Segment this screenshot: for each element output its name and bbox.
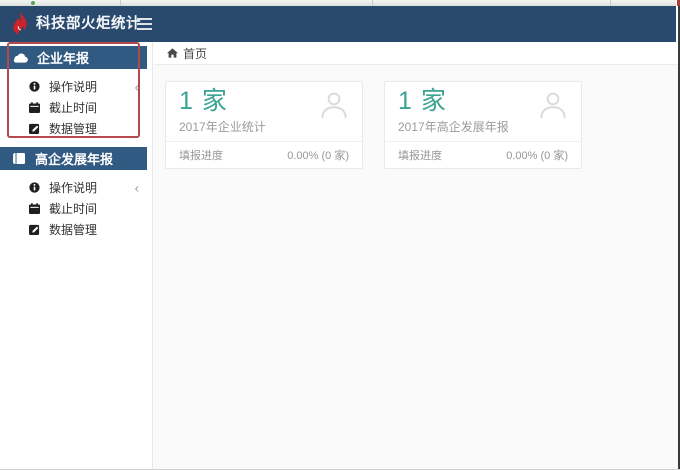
- progress-value: 0.00% (0 家): [287, 149, 349, 162]
- book-icon: [13, 153, 26, 164]
- sidebar-section-enterprise-annual-report[interactable]: 企业年报: [0, 46, 147, 69]
- main-content: 首页 1 家 2017年企业统计 填报进度 0.00% (0 家) 1 家 20…: [154, 42, 678, 469]
- edit-icon: [29, 224, 41, 236]
- sidebar-item-operation-instructions[interactable]: 操作说明 ‹: [0, 177, 152, 198]
- section-label: 高企发展年报: [35, 152, 114, 167]
- sidebar: 企业年报 操作说明 ‹ 截止时间 数据管理 高企发展年报 操作说明 ‹ 截止时间…: [0, 42, 153, 470]
- chevron-left-icon: ‹: [134, 79, 139, 94]
- stat-subtitle: 2017年企业统计: [179, 119, 266, 134]
- breadcrumb-home[interactable]: 首页: [183, 45, 207, 62]
- progress-link[interactable]: 填报进度: [179, 147, 223, 163]
- sidebar-menu-hightech: 操作说明 ‹ 截止时间 数据管理: [0, 170, 152, 248]
- sidebar-menu-enterprise: 操作说明 ‹ 截止时间 数据管理: [0, 69, 152, 147]
- stat-card-enterprise: 1 家 2017年企业统计 填报进度 0.00% (0 家): [165, 81, 363, 169]
- menu-item-label: 操作说明: [49, 181, 98, 195]
- stat-subtitle: 2017年高企发展年报: [398, 119, 509, 134]
- menu-item-label: 数据管理: [49, 223, 98, 237]
- top-navbar: 科技部火炬统计: [0, 6, 676, 42]
- menu-item-label: 数据管理: [49, 122, 98, 136]
- calendar-icon: [29, 102, 41, 114]
- chevron-left-icon: ‹: [134, 180, 139, 195]
- torch-flame-icon: [10, 12, 30, 36]
- edit-icon: [29, 123, 41, 135]
- card-footer: 填报进度 0.00% (0 家): [166, 140, 362, 168]
- menu-item-label: 截止时间: [49, 202, 98, 216]
- section-label: 企业年报: [37, 51, 90, 66]
- cloud-icon: [13, 52, 28, 63]
- app-window: 科技部火炬统计 企业年报 操作说明 ‹ 截止时间 数据管理 高企发展年报 操作说…: [0, 0, 680, 470]
- progress-link[interactable]: 填报进度: [398, 147, 442, 163]
- person-icon: [538, 91, 568, 119]
- sidebar-item-deadline[interactable]: 截止时间: [0, 198, 152, 219]
- card-footer: 填报进度 0.00% (0 家): [385, 140, 581, 168]
- sidebar-item-data-management[interactable]: 数据管理: [0, 219, 152, 240]
- menu-item-label: 操作说明: [49, 80, 98, 94]
- cards-row: 1 家 2017年企业统计 填报进度 0.00% (0 家) 1 家 2017年…: [154, 65, 678, 169]
- card-body: 1 家 2017年高企发展年报: [385, 82, 581, 141]
- card-body: 1 家 2017年企业统计: [166, 82, 362, 141]
- stat-card-hightech: 1 家 2017年高企发展年报 填报进度 0.00% (0 家): [384, 81, 582, 169]
- sidebar-item-deadline[interactable]: 截止时间: [0, 97, 152, 118]
- home-icon: [167, 48, 178, 58]
- hamburger-icon[interactable]: [137, 18, 153, 30]
- info-circle-icon: [29, 81, 41, 93]
- app-title: 科技部火炬统计: [36, 16, 141, 32]
- menu-item-label: 截止时间: [49, 101, 98, 115]
- sidebar-section-hightech-annual-report[interactable]: 高企发展年报: [0, 147, 147, 170]
- person-icon: [319, 91, 349, 119]
- info-circle-icon: [29, 182, 41, 194]
- sidebar-item-data-management[interactable]: 数据管理: [0, 118, 152, 139]
- favicon-dot: [31, 1, 35, 5]
- progress-value: 0.00% (0 家): [506, 149, 568, 162]
- breadcrumb: 首页: [154, 42, 678, 65]
- sidebar-item-operation-instructions[interactable]: 操作说明 ‹: [0, 76, 152, 97]
- calendar-icon: [29, 203, 41, 215]
